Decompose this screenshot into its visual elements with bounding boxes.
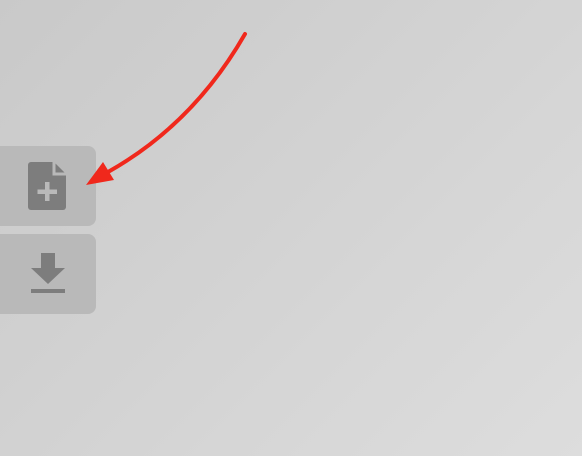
download-button[interactable]: [0, 234, 96, 314]
file-plus-icon: [28, 162, 66, 210]
new-file-button[interactable]: [0, 146, 96, 226]
download-icon: [31, 253, 65, 293]
desktop-background: [0, 0, 582, 456]
pointer-arrow-annotation: [86, 32, 247, 185]
